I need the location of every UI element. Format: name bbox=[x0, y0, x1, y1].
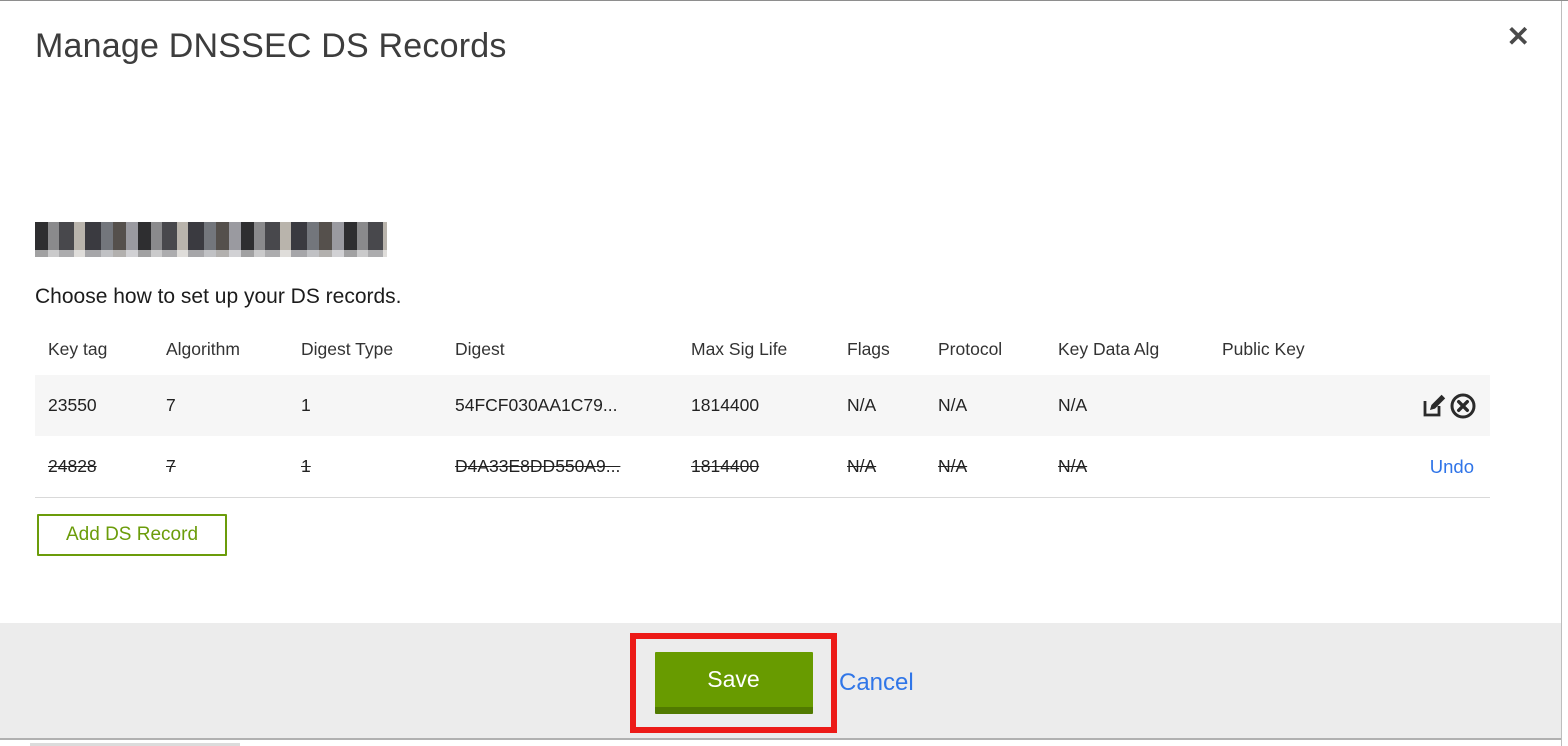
table-row-deleted: 24828 7 1 D4A33E8DD550A9... 1814400 N/A … bbox=[35, 436, 1490, 498]
cell-protocol: N/A bbox=[925, 436, 1045, 498]
delete-record-button[interactable] bbox=[1448, 392, 1478, 420]
window-right-border bbox=[1561, 1, 1562, 746]
dialog-footer: Save Cancel bbox=[0, 623, 1562, 740]
cell-algorithm: 7 bbox=[153, 375, 288, 436]
col-header-key-tag: Key tag bbox=[48, 339, 108, 359]
col-header-flags: Flags bbox=[847, 339, 890, 359]
cell-digest: 54FCF030AA1C79... bbox=[442, 375, 678, 436]
col-header-max-sig-life: Max Sig Life bbox=[691, 339, 788, 359]
cell-key-tag: 23550 bbox=[35, 375, 153, 436]
col-header-public-key: Public Key bbox=[1222, 339, 1305, 359]
cell-protocol: N/A bbox=[925, 375, 1045, 436]
close-icon[interactable]: ✕ bbox=[1503, 19, 1534, 55]
row-actions bbox=[1394, 375, 1490, 436]
cell-digest: D4A33E8DD550A9... bbox=[442, 436, 678, 498]
col-header-digest: Digest bbox=[455, 339, 505, 359]
add-ds-record-button[interactable]: Add DS Record bbox=[37, 514, 228, 556]
page-title: Manage DNSSEC DS Records bbox=[35, 27, 507, 65]
redacted-domain-name bbox=[35, 222, 387, 257]
col-header-algorithm: Algorithm bbox=[166, 339, 240, 359]
manage-dnssec-dialog: Manage DNSSEC DS Records ✕ Choose how to… bbox=[0, 0, 1568, 746]
cell-digest-type: 1 bbox=[288, 436, 442, 498]
edit-record-button[interactable] bbox=[1420, 393, 1448, 419]
cell-max-sig-life: 1814400 bbox=[678, 375, 834, 436]
cell-digest-type: 1 bbox=[288, 375, 442, 436]
cell-flags: N/A bbox=[834, 375, 925, 436]
col-header-key-data-alg: Key Data Alg bbox=[1058, 339, 1160, 359]
cancel-link[interactable]: Cancel bbox=[839, 669, 914, 697]
cell-public-key bbox=[1209, 375, 1394, 436]
ds-records-table: Key tag Algorithm Digest Type Digest Max… bbox=[35, 327, 1490, 498]
col-header-protocol: Protocol bbox=[938, 339, 1003, 359]
cell-public-key bbox=[1209, 436, 1394, 498]
col-header-actions bbox=[1394, 327, 1490, 375]
row-actions: Undo bbox=[1394, 436, 1490, 498]
col-header-digest-type: Digest Type bbox=[301, 339, 394, 359]
cell-max-sig-life: 1814400 bbox=[678, 436, 834, 498]
cell-key-data-alg: N/A bbox=[1045, 436, 1209, 498]
cell-key-tag: 24828 bbox=[35, 436, 153, 498]
cell-algorithm: 7 bbox=[153, 436, 288, 498]
edit-icon bbox=[1421, 394, 1447, 422]
instruction-text: Choose how to set up your DS records. bbox=[35, 285, 402, 308]
table-row: 23550 7 1 54FCF030AA1C79... 1814400 N/A … bbox=[35, 375, 1490, 436]
cell-key-data-alg: N/A bbox=[1045, 375, 1209, 436]
annotation-highlight-box: Save bbox=[630, 633, 837, 733]
save-button[interactable]: Save bbox=[654, 652, 813, 714]
delete-icon bbox=[1449, 393, 1477, 423]
undo-link[interactable]: Undo bbox=[1430, 456, 1474, 477]
cell-flags: N/A bbox=[834, 436, 925, 498]
content-below-dialog bbox=[0, 740, 1562, 746]
table-header-row: Key tag Algorithm Digest Type Digest Max… bbox=[35, 327, 1490, 375]
